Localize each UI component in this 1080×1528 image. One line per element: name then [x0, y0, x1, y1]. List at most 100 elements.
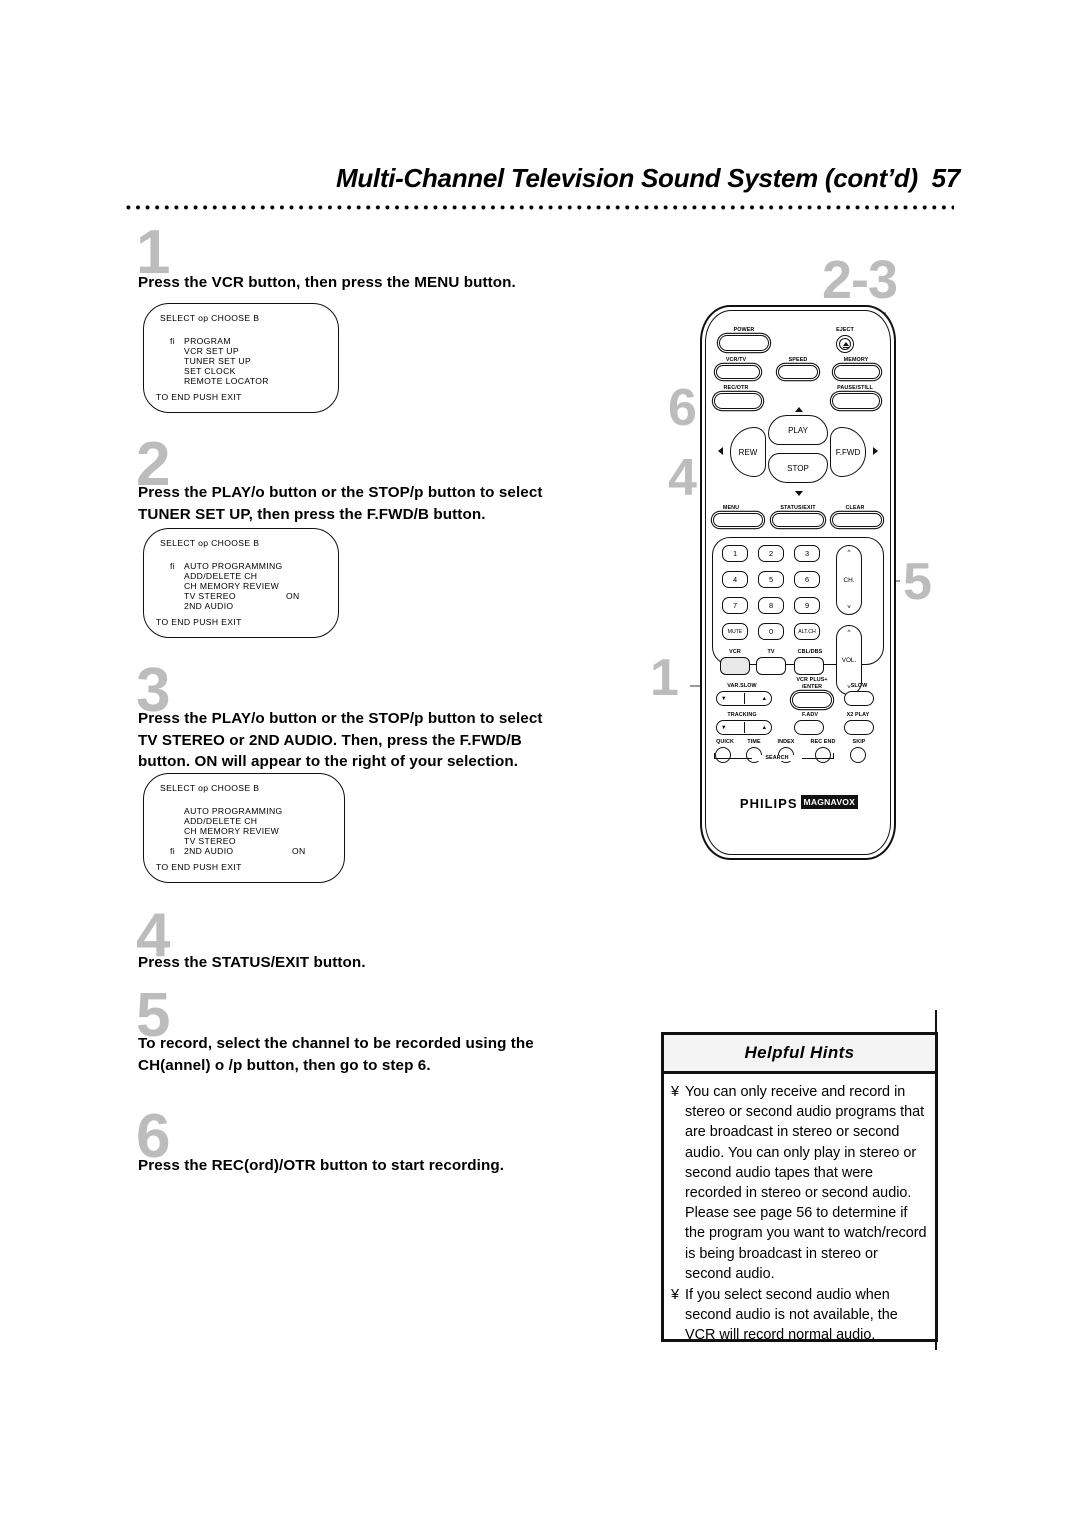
osd-2-item-0: AUTO PROGRAMMING	[184, 561, 283, 571]
key-6[interactable]: 6	[794, 571, 820, 588]
osd-3-item-2: CH MEMORY REVIEW	[184, 826, 280, 836]
power-button[interactable]	[719, 335, 769, 351]
step-4-line-1: Press the STATUS/EXIT button.	[138, 954, 366, 971]
slow-label: SLOW	[850, 683, 868, 689]
ch-label: CH.	[843, 576, 855, 584]
rec-otr-label: REC/OTR	[723, 385, 749, 391]
key-2[interactable]: 2	[758, 545, 784, 562]
play-button[interactable]: PLAY	[768, 415, 828, 445]
dpad-cluster: PLAY STOP REW F.FWD	[710, 397, 886, 507]
menu-button[interactable]	[713, 513, 763, 527]
f-adv-label: F.ADV	[801, 712, 819, 718]
tracking-down-icon: ▼	[721, 724, 727, 731]
osd-2-item-1: ADD/DELETE CH	[184, 571, 258, 581]
clear-button[interactable]	[832, 513, 882, 527]
osd-3-item-0: AUTO PROGRAMMING	[184, 806, 283, 816]
vcr-tv-button[interactable]	[716, 365, 760, 379]
osd-3-item-1: ADD/DELETE CH	[184, 816, 258, 826]
alt-ch-button[interactable]: ALT.CH	[794, 623, 820, 640]
hint-bullet-icon: ¥	[671, 1084, 680, 1100]
status-exit-label: STATUS/EXIT	[780, 505, 816, 511]
osd-1-marker-0: fi	[170, 336, 175, 346]
quick-button[interactable]	[715, 747, 731, 763]
ffwd-label: F.FWD	[835, 447, 861, 457]
mute-button[interactable]: MUTE	[722, 623, 748, 640]
hint-text-1: You can only receive and record in stere…	[685, 1084, 927, 1282]
callout-6: 6	[668, 379, 697, 437]
osd-3-footer: TO END PUSH EXIT	[156, 862, 242, 872]
step-2-line-2: TUNER SET UP, then press the F.FWD/B but…	[138, 505, 486, 523]
f-adv-button[interactable]	[794, 720, 824, 735]
key-9[interactable]: 9	[794, 597, 820, 614]
time-label: TIME	[747, 739, 761, 745]
brand-magnavox: MAGNAVOX	[800, 795, 859, 809]
step-3-line-3: button. ON will appear to the right of y…	[138, 753, 519, 770]
clear-label: CLEAR	[845, 505, 865, 511]
vcr-plus-enter-button[interactable]	[792, 692, 832, 708]
memory-button[interactable]	[834, 365, 880, 379]
tracking-up-icon: ▲	[761, 724, 767, 731]
slow-button[interactable]	[844, 691, 874, 706]
step-text-5: To record, select the channel to be reco…	[138, 1033, 658, 1076]
osd-screen-1: SELECT op CHOOSE B fi PROGRAM VCR SET UP…	[143, 303, 339, 413]
key-1[interactable]: 1	[722, 545, 748, 562]
osd-1-item-2: TUNER SET UP	[184, 356, 252, 366]
cbl-dbs-button[interactable]	[794, 657, 824, 675]
key-5[interactable]: 5	[758, 571, 784, 588]
hint-item: ¥ If you select second audio when second…	[671, 1285, 928, 1346]
step-text-2: Press the PLAY/o button or the STOP/p bu…	[138, 482, 658, 525]
key-8[interactable]: 8	[758, 597, 784, 614]
callout-1: 1	[650, 649, 679, 707]
search-label: SEARCH	[752, 755, 802, 761]
helpful-hints-box: Helpful Hints ¥ You can only receive and…	[661, 1032, 938, 1343]
dpad-left-arrow-icon	[718, 447, 723, 455]
osd-2-item-2: CH MEMORY REVIEW	[184, 581, 280, 591]
rec-end-button[interactable]	[815, 747, 831, 763]
header-dotted-rule	[126, 205, 954, 210]
osd-2-item-3: TV STEREO	[184, 591, 236, 601]
rew-button[interactable]: REW	[730, 427, 766, 477]
tracking-rocker[interactable]: ▼ ▲	[716, 720, 772, 735]
vcr-button[interactable]	[720, 657, 750, 675]
eject-icon-bar	[842, 347, 849, 349]
tv-label: TV	[767, 649, 775, 655]
x2-play-label: X2 PLAY	[846, 712, 870, 718]
osd-1-item-3: SET CLOCK	[184, 366, 236, 376]
key-0[interactable]: 0	[758, 623, 784, 640]
osd-3-item-3: TV STEREO	[184, 836, 236, 846]
power-label: POWER	[733, 327, 755, 333]
osd-1-item-4: REMOTE LOCATOR	[184, 376, 269, 386]
stop-label: STOP	[787, 463, 809, 473]
stop-button[interactable]: STOP	[768, 453, 828, 483]
ch-up-icon: ^	[847, 549, 851, 556]
ffwd-button[interactable]: F.FWD	[830, 427, 866, 477]
key-4[interactable]: 4	[722, 571, 748, 588]
key-7[interactable]: 7	[722, 597, 748, 614]
osd-3-item-4: 2ND AUDIO	[184, 846, 234, 856]
callout-2-3: 2-3	[822, 250, 898, 310]
tv-button[interactable]	[756, 657, 786, 675]
osd-1-footer: TO END PUSH EXIT	[156, 392, 242, 402]
step-5-line-2: CH(annel) o /p button, then go to step 6…	[138, 1056, 431, 1074]
vol-up-icon: ^	[847, 629, 851, 636]
skip-button[interactable]	[850, 747, 866, 763]
key-3[interactable]: 3	[794, 545, 820, 562]
hint-text-2: If you select second audio when second a…	[685, 1287, 898, 1344]
speed-button[interactable]	[778, 365, 818, 379]
rew-label: REW	[738, 447, 758, 457]
manual-page: Multi-Channel Television Sound System (c…	[0, 0, 1080, 1528]
brand-logo: PHILIPS MAGNAVOX	[728, 795, 870, 813]
eject-icon	[842, 342, 849, 346]
osd-3-top-line: SELECT op CHOOSE B	[160, 783, 260, 793]
dpad-down-arrow-icon	[795, 491, 803, 496]
x2-play-button[interactable]	[844, 720, 874, 735]
ch-rocker[interactable]: ^ CH. ˅	[836, 545, 862, 615]
step-3-line-1: Press the PLAY/o button or the STOP/p bu…	[138, 710, 543, 727]
speed-label: SPEED	[788, 357, 808, 363]
status-exit-button[interactable]	[772, 513, 824, 527]
var-slow-rocker[interactable]: ▼ ▲	[716, 691, 772, 706]
rec-end-label: REC END	[810, 739, 836, 745]
step-text-6: Press the REC(ord)/OTR button to start r…	[138, 1155, 658, 1177]
step-6-line-1: Press the REC(ord)/OTR button to start r…	[138, 1157, 505, 1174]
osd-2-top-line: SELECT op CHOOSE B	[160, 538, 260, 548]
